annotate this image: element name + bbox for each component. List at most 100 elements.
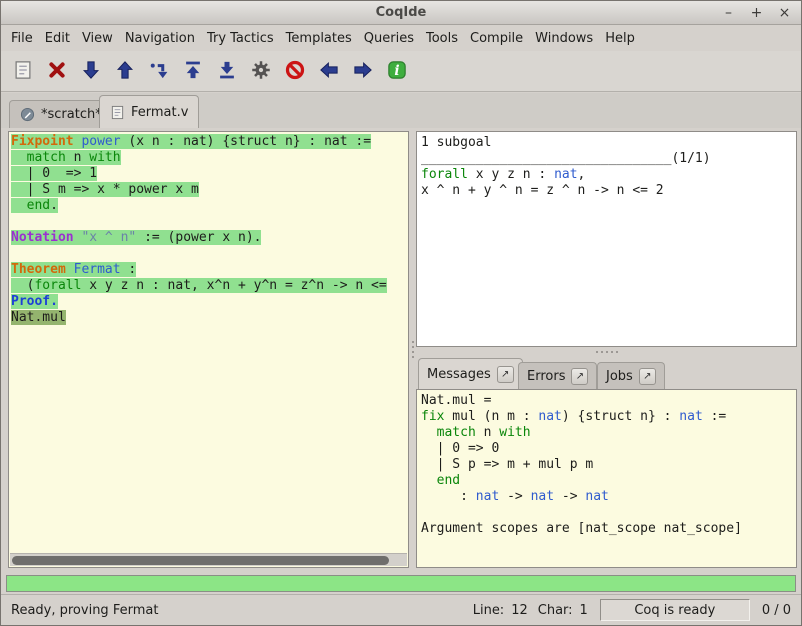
code-line: Theorem Fermat : — [11, 262, 408, 278]
arrow-to-top-icon — [183, 60, 203, 83]
left-arrow-icon — [319, 60, 339, 83]
maximize-button[interactable]: + — [750, 5, 763, 21]
go-to-end-button[interactable] — [211, 56, 242, 86]
code-line: Notation "x ^ n" := (power x n). — [11, 230, 408, 246]
scratch-buffer-icon — [20, 107, 35, 122]
info-icon: i — [387, 60, 407, 83]
tab-label: Messages — [427, 367, 491, 382]
tab-label: *scratch* — [41, 107, 102, 122]
detach-jobs-button[interactable]: ↗ — [639, 368, 656, 385]
code-line: end. — [11, 198, 408, 214]
code-line: Proof. — [11, 294, 408, 310]
no-entry-icon — [285, 60, 305, 83]
status-message: Ready, proving Fermat — [11, 603, 158, 618]
menu-bar: File Edit View Navigation Try Tactics Te… — [1, 26, 801, 51]
scrollbar-thumb[interactable] — [12, 556, 389, 565]
next-occurrence-button[interactable] — [347, 56, 378, 86]
menu-file[interactable]: File — [5, 28, 39, 49]
up-arrow-icon — [115, 60, 135, 83]
tab-errors[interactable]: Errors ↗ — [518, 362, 597, 389]
tab-fermat[interactable]: Fermat.v — [99, 95, 199, 128]
code-line — [421, 505, 792, 521]
code-line: match n with — [11, 150, 408, 166]
svg-text:i: i — [394, 63, 399, 79]
titlebar[interactable]: CoqIde – + × — [1, 1, 801, 25]
file-icon — [110, 105, 125, 120]
preferences-button[interactable] — [245, 56, 276, 86]
menu-edit[interactable]: Edit — [39, 28, 76, 49]
messages-view: Nat.mul =fix mul (n m : nat) {struct n} … — [417, 390, 796, 540]
document-tabbar: *scratch* Fermat.v — [1, 93, 801, 128]
code-line: Fixpoint power (x n : nat) {struct n} : … — [11, 134, 408, 150]
menu-help[interactable]: Help — [599, 28, 641, 49]
restart-button[interactable] — [177, 56, 208, 86]
down-arrow-icon — [81, 60, 101, 83]
vertical-splitter[interactable] — [409, 131, 416, 568]
menu-windows[interactable]: Windows — [529, 28, 599, 49]
char-label: Char: — [538, 603, 573, 618]
detach-icon: ↗ — [576, 371, 584, 382]
menu-compile[interactable]: Compile — [464, 28, 529, 49]
right-arrow-icon — [353, 60, 373, 83]
previous-occurrence-button[interactable] — [313, 56, 344, 86]
coqide-window: CoqIde – + × File Edit View Navigation T… — [0, 0, 802, 626]
code-line: | S p => m + mul p m — [421, 457, 792, 473]
about-coq-button[interactable]: i — [381, 56, 412, 86]
line-value: 12 — [511, 603, 528, 618]
go-to-cursor-button[interactable] — [143, 56, 174, 86]
code-line: ________________________________(1/1) — [421, 151, 792, 167]
horizontal-scrollbar[interactable] — [10, 553, 407, 566]
panel-tabbar: Messages ↗ Errors ↗ Jobs ↗ — [416, 356, 797, 389]
save-button[interactable] — [7, 56, 38, 86]
detach-messages-button[interactable]: ↗ — [497, 366, 514, 383]
window-title: CoqIde — [1, 5, 801, 20]
interrupt-button[interactable] — [279, 56, 310, 86]
goals-pane[interactable]: 1 subgoal_______________________________… — [416, 131, 797, 347]
step-backward-button[interactable] — [109, 56, 140, 86]
detach-icon: ↗ — [501, 369, 509, 380]
detach-errors-button[interactable]: ↗ — [571, 368, 588, 385]
menu-queries[interactable]: Queries — [358, 28, 420, 49]
arrow-to-bottom-icon — [217, 60, 237, 83]
tab-scratch[interactable]: *scratch* — [9, 100, 113, 128]
detach-icon: ↗ — [643, 371, 651, 382]
tab-messages[interactable]: Messages ↗ — [418, 358, 523, 389]
toolbar: i — [1, 51, 801, 92]
task-counter: 0 / 0 — [762, 603, 791, 618]
status-right: Line: 12 Char: 1 Coq is ready 0 / 0 — [463, 599, 791, 621]
code-line: : nat -> nat -> nat — [421, 489, 792, 505]
close-button[interactable]: × — [778, 5, 791, 21]
code-line: fix mul (n m : nat) {struct n} : nat := — [421, 409, 792, 425]
messages-panel[interactable]: Nat.mul =fix mul (n m : nat) {struct n} … — [416, 389, 797, 568]
menu-try-tactics[interactable]: Try Tactics — [201, 28, 280, 49]
code-line: Nat.mul = — [421, 393, 792, 409]
progress-bar — [6, 575, 796, 592]
menu-navigation[interactable]: Navigation — [119, 28, 201, 49]
menu-view[interactable]: View — [76, 28, 119, 49]
tab-jobs[interactable]: Jobs ↗ — [597, 362, 665, 389]
editor-pane[interactable]: Fixpoint power (x n : nat) {struct n} : … — [8, 131, 409, 568]
status-bar: Ready, proving Fermat Line: 12 Char: 1 C… — [1, 594, 801, 625]
menu-tools[interactable]: Tools — [420, 28, 464, 49]
script-buffer[interactable]: Fixpoint power (x n : nat) {struct n} : … — [9, 132, 408, 326]
tab-label: Errors — [527, 369, 565, 384]
code-line — [11, 214, 408, 230]
close-x-icon — [47, 60, 67, 83]
horizontal-splitter[interactable] — [416, 347, 797, 356]
code-line: | 0 => 1 — [11, 166, 408, 182]
main-area: Fixpoint power (x n : nat) {struct n} : … — [1, 128, 801, 574]
menu-templates[interactable]: Templates — [280, 28, 358, 49]
window-controls: – + × — [722, 1, 791, 24]
gear-icon — [251, 60, 271, 83]
minimize-button[interactable]: – — [722, 5, 735, 21]
code-line — [11, 246, 408, 262]
code-line: | 0 => 0 — [421, 441, 792, 457]
step-forward-button[interactable] — [75, 56, 106, 86]
code-line: forall x y z n : nat, — [421, 167, 792, 183]
coq-status-text: Coq is ready — [634, 603, 715, 618]
code-line: | S m => x * power x m — [11, 182, 408, 198]
code-line: (forall x y z n : nat, x^n + y^n = z^n -… — [11, 278, 408, 294]
close-buffer-button[interactable] — [41, 56, 72, 86]
code-line: 1 subgoal — [421, 135, 792, 151]
line-label: Line: — [473, 603, 504, 618]
